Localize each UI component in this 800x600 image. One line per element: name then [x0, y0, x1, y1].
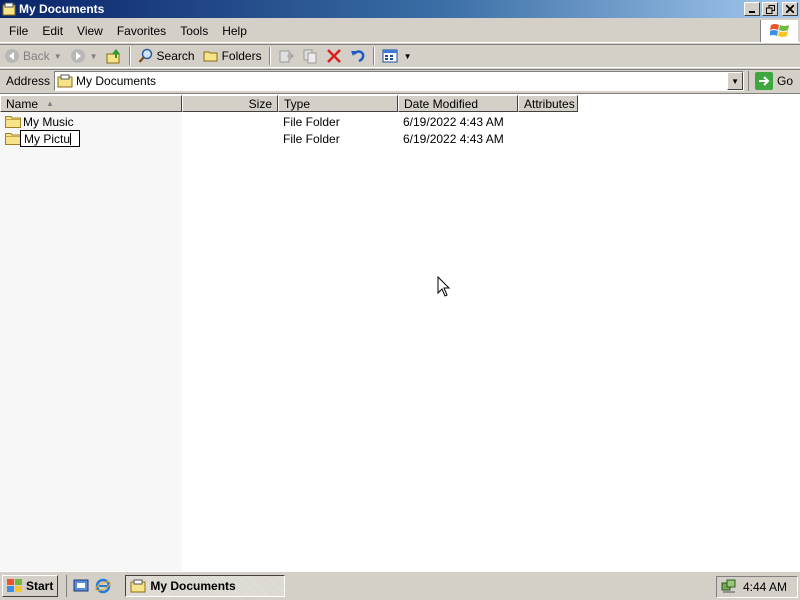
folder-icon — [5, 133, 21, 145]
restore-button[interactable] — [762, 2, 778, 16]
system-tray: 4:44 AM — [716, 576, 798, 598]
folders-button[interactable]: Folders — [199, 45, 266, 67]
windows-flag-icon — [769, 24, 789, 37]
mouse-pointer-icon — [437, 276, 451, 297]
windows-logo — [760, 20, 798, 42]
column-header-label: Name — [6, 96, 39, 111]
file-type: File Folder — [283, 131, 340, 146]
start-button[interactable]: Start — [2, 575, 59, 597]
list-item[interactable]: My Pictu File Folder 6/19/2022 4:43 AM — [0, 130, 800, 147]
file-date-modified: 6/19/2022 4:43 AM — [403, 114, 504, 129]
taskbar-item-label: My Documents — [150, 579, 236, 593]
delete-icon — [326, 49, 341, 63]
menu-favorites[interactable]: Favorites — [110, 24, 173, 38]
toolbar-separator — [268, 47, 271, 65]
views-icon — [382, 49, 398, 63]
file-date-modified: 6/19/2022 4:43 AM — [403, 131, 504, 146]
copy-to-icon — [303, 49, 317, 64]
chevron-down-icon: ▼ — [731, 76, 739, 86]
menu-help[interactable]: Help — [215, 24, 254, 38]
restore-icon — [765, 4, 775, 14]
back-button[interactable]: Back ▼ — [0, 45, 66, 67]
column-header-label: Attributes — [524, 96, 575, 111]
undo-icon — [350, 50, 364, 63]
delete-button[interactable] — [322, 45, 346, 67]
forward-button[interactable]: ▼ — [66, 45, 102, 67]
address-label: Address — [6, 74, 51, 88]
folders-label: Folders — [221, 49, 262, 63]
menu-bar: File Edit View Favorites Tools Help — [0, 19, 800, 43]
minimize-icon — [749, 11, 755, 13]
column-header-label: Type — [284, 96, 311, 111]
back-icon — [5, 49, 19, 63]
file-list[interactable]: Name ▲ Size Type Date Modified Attribute… — [0, 93, 800, 572]
text-caret — [70, 132, 72, 145]
toolbar: Back ▼ ▼ Search Folders ▼ — [0, 44, 800, 68]
minimize-button[interactable] — [744, 2, 760, 16]
sorted-column-highlight — [0, 112, 182, 572]
views-button[interactable]: ▼ — [378, 45, 416, 67]
column-header-size[interactable]: Size — [182, 95, 278, 112]
address-bar: Address My Documents ▼ Go — [0, 69, 800, 92]
go-button[interactable]: Go — [748, 71, 799, 91]
clock[interactable]: 4:44 AM — [743, 580, 787, 594]
internet-explorer-icon[interactable] — [95, 578, 112, 594]
undo-button[interactable] — [346, 45, 370, 67]
title-bar[interactable]: My Documents — [0, 0, 800, 18]
column-header-date-modified[interactable]: Date Modified — [398, 95, 518, 112]
up-folder-icon — [106, 49, 120, 64]
column-headers: Name ▲ Size Type Date Modified Attribute… — [0, 95, 578, 112]
folders-icon — [203, 51, 218, 62]
column-header-label: Date Modified — [404, 96, 479, 111]
close-icon — [786, 5, 794, 13]
menu-view[interactable]: View — [70, 24, 110, 38]
move-to-button[interactable] — [274, 45, 298, 67]
show-desktop-icon[interactable] — [73, 578, 89, 594]
quick-launch — [66, 575, 112, 597]
taskbar-item-my-documents[interactable]: My Documents — [125, 575, 286, 597]
search-button[interactable]: Search — [134, 45, 199, 67]
network-icon[interactable] — [721, 579, 737, 595]
list-item[interactable]: My Music File Folder 6/19/2022 4:43 AM — [0, 113, 800, 130]
menu-edit[interactable]: Edit — [35, 24, 70, 38]
menu-tools[interactable]: Tools — [173, 24, 215, 38]
file-name: My Music — [23, 114, 74, 129]
start-label: Start — [26, 579, 54, 593]
back-dropdown-icon[interactable]: ▼ — [54, 52, 62, 61]
close-button[interactable] — [782, 2, 798, 16]
search-label: Search — [156, 49, 195, 63]
views-dropdown-icon: ▼ — [403, 51, 412, 61]
move-to-icon — [279, 50, 294, 63]
up-button[interactable] — [102, 45, 126, 67]
forward-icon — [70, 49, 85, 63]
copy-to-button[interactable] — [298, 45, 322, 67]
my-documents-icon — [57, 74, 73, 88]
toolbar-separator — [128, 47, 131, 65]
menu-file[interactable]: File — [0, 24, 35, 38]
column-header-label: Size — [248, 96, 272, 111]
go-arrow-icon — [755, 72, 774, 90]
my-documents-icon — [130, 579, 146, 593]
rename-value: My Pictu — [24, 131, 71, 146]
windows-flag-icon — [7, 579, 22, 592]
toolbar-separator — [372, 47, 375, 65]
file-type: File Folder — [283, 114, 340, 129]
sort-ascending-icon: ▲ — [46, 99, 54, 108]
taskbar: Start My Documents 4:44 AM — [0, 571, 800, 600]
go-label: Go — [777, 74, 794, 88]
back-label: Back — [23, 49, 50, 63]
address-input[interactable]: My Documents ▼ — [54, 71, 745, 91]
search-icon — [138, 48, 152, 63]
address-dropdown-button[interactable]: ▼ — [727, 72, 744, 90]
forward-dropdown-icon[interactable]: ▼ — [90, 52, 98, 61]
column-header-attributes[interactable]: Attributes — [518, 95, 578, 112]
folder-icon — [5, 116, 21, 128]
my-documents-icon — [2, 2, 16, 16]
window-title: My Documents — [19, 2, 105, 16]
address-value: My Documents — [76, 74, 157, 88]
rename-input[interactable]: My Pictu — [20, 130, 80, 147]
column-header-name[interactable]: Name ▲ — [0, 95, 182, 112]
column-header-type[interactable]: Type — [278, 95, 398, 112]
